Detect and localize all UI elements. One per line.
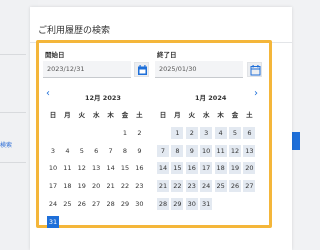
right-day-25[interactable]: 25 [214, 180, 227, 193]
weekday-header: 木 [107, 111, 114, 119]
divider [0, 162, 26, 163]
left-day-1[interactable]: 1 [119, 127, 131, 139]
right-day-19[interactable]: 19 [229, 162, 241, 175]
start-date-value: 2023/12/31 [47, 65, 85, 73]
right-day-16[interactable]: 16 [185, 162, 198, 175]
right-day-13[interactable]: 13 [243, 144, 256, 157]
weekday-header: 木 [217, 111, 224, 119]
weekday-header: 金 [231, 111, 239, 119]
previous-month-button[interactable]: ‹ [46, 89, 50, 99]
end-date-value: 2025/01/30 [159, 65, 197, 73]
right-day-10[interactable]: 10 [200, 144, 213, 157]
left-day-13[interactable]: 13 [90, 162, 102, 174]
left-day-10[interactable]: 10 [47, 162, 59, 174]
weekday-header: 火 [188, 111, 196, 119]
left-day-5[interactable]: 5 [76, 145, 88, 157]
weekday-header: 月 [174, 111, 181, 119]
left-day-8[interactable]: 8 [119, 145, 131, 157]
right-day-30[interactable]: 30 [185, 198, 198, 210]
right-day-9[interactable]: 9 [185, 144, 198, 157]
weekday-header: 水 [202, 111, 210, 119]
end-date-field[interactable]: 2025/01/30 [155, 61, 243, 78]
left-day-22[interactable]: 22 [119, 180, 131, 192]
right-day-21[interactable]: 21 [157, 180, 169, 193]
left-day-2[interactable]: 2 [133, 127, 145, 139]
left-day-29[interactable]: 29 [119, 198, 131, 210]
right-day-22[interactable]: 22 [171, 180, 184, 193]
next-month-button[interactable]: › [254, 89, 258, 99]
right-day-14[interactable]: 14 [157, 162, 169, 175]
right-day-1[interactable]: 1 [171, 126, 184, 139]
right-day-3[interactable]: 3 [200, 126, 213, 139]
left-day-6[interactable]: 6 [90, 145, 102, 157]
right-day-5[interactable]: 5 [229, 126, 241, 139]
right-day-18[interactable]: 18 [214, 162, 227, 175]
left-day-27[interactable]: 27 [90, 198, 102, 210]
weekday-header: 日 [159, 111, 167, 119]
left-day-16[interactable]: 16 [133, 162, 145, 174]
start-calendar-button[interactable] [134, 62, 149, 77]
background-link[interactable]: 検索 [0, 140, 12, 149]
weekday-header: 水 [92, 111, 100, 119]
left-day-3[interactable]: 3 [47, 145, 59, 157]
right-day-29[interactable]: 29 [171, 198, 184, 210]
left-day-19[interactable]: 19 [76, 180, 88, 192]
calendar-icon [138, 65, 147, 75]
right-month-title: 1月 2024 [195, 94, 227, 102]
right-day-4[interactable]: 4 [214, 126, 227, 139]
left-day-20[interactable]: 20 [90, 180, 102, 192]
start-date-label: 開始日 [45, 51, 65, 59]
right-day-26[interactable]: 26 [229, 180, 241, 193]
weekday-header: 金 [121, 111, 129, 119]
right-day-11[interactable]: 11 [214, 144, 227, 157]
right-day-24[interactable]: 24 [200, 180, 213, 193]
end-date-label: 終了日 [157, 51, 177, 59]
right-day-27[interactable]: 27 [243, 180, 256, 193]
left-day-24[interactable]: 24 [47, 198, 59, 210]
right-day-31[interactable]: 31 [200, 198, 213, 210]
left-day-23[interactable]: 23 [133, 180, 145, 192]
dialog-title: ご利用履歴の検索 [38, 26, 111, 36]
left-day-11[interactable]: 11 [61, 162, 73, 174]
left-day-9[interactable]: 9 [133, 145, 145, 157]
right-day-2[interactable]: 2 [185, 126, 198, 139]
weekday-header: 土 [136, 111, 143, 119]
left-day-4[interactable]: 4 [61, 145, 73, 157]
left-day-12[interactable]: 12 [76, 162, 88, 174]
right-day-7[interactable]: 7 [157, 144, 169, 157]
left-day-7[interactable]: 7 [105, 145, 117, 157]
right-day-15[interactable]: 15 [171, 162, 184, 175]
weekday-header: 土 [246, 111, 253, 119]
start-date-field[interactable]: 2023/12/31 [43, 61, 131, 78]
right-day-6[interactable]: 6 [243, 126, 256, 139]
left-day-17[interactable]: 17 [47, 180, 59, 192]
left-day-21[interactable]: 21 [105, 180, 117, 192]
divider [0, 112, 26, 113]
end-calendar-button[interactable] [247, 62, 262, 77]
weekday-header: 月 [64, 111, 71, 119]
right-day-23[interactable]: 23 [185, 180, 198, 193]
calendar-icon [250, 65, 261, 76]
left-day-28[interactable]: 28 [105, 198, 117, 210]
left-day-14[interactable]: 14 [105, 162, 117, 174]
left-month-title: 12月 2023 [85, 94, 121, 102]
right-day-12[interactable]: 12 [229, 144, 241, 157]
divider [0, 54, 26, 55]
right-day-20[interactable]: 20 [243, 162, 256, 175]
right-day-28[interactable]: 28 [157, 198, 169, 210]
left-day-25[interactable]: 25 [61, 198, 73, 210]
right-day-8[interactable]: 8 [171, 144, 184, 157]
weekday-header: 日 [49, 111, 57, 119]
left-day-18[interactable]: 18 [61, 180, 73, 192]
left-day-26[interactable]: 26 [76, 198, 88, 210]
left-day-15[interactable]: 15 [119, 162, 131, 174]
left-day-31[interactable]: 31 [47, 215, 59, 228]
left-day-30[interactable]: 30 [133, 198, 145, 210]
weekday-header: 火 [78, 111, 86, 119]
right-day-17[interactable]: 17 [200, 162, 213, 175]
